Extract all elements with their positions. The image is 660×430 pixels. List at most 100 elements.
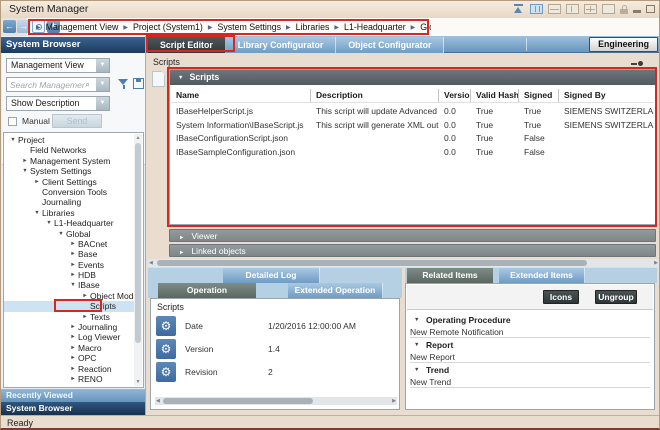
- description-mode-dropdown[interactable]: Show Description ▼: [6, 96, 110, 111]
- breadcrumb-item[interactable]: L1-Headquarter: [344, 22, 406, 32]
- chevron-right-icon[interactable]: ►: [68, 353, 78, 363]
- tree-item-texts[interactable]: ►Texts: [4, 312, 136, 322]
- dock-layout-icon[interactable]: [513, 4, 525, 14]
- search-input[interactable]: [7, 78, 85, 91]
- chevron-right-icon[interactable]: ►: [20, 156, 30, 166]
- chevron-right-icon[interactable]: ►: [68, 332, 78, 342]
- related-item-link[interactable]: New Trend: [410, 376, 650, 388]
- chevron-down-icon[interactable]: ▼: [96, 59, 109, 72]
- tab-operation[interactable]: Operation: [158, 283, 256, 298]
- chevron-down-icon[interactable]: ▼: [20, 166, 30, 176]
- tree-scrollbar[interactable]: ▲ ▼: [134, 134, 142, 386]
- engineering-button[interactable]: Engineering: [589, 37, 658, 52]
- breadcrumb-item[interactable]: Libraries: [296, 22, 330, 32]
- scroll-right-icon[interactable]: ▶: [392, 397, 396, 405]
- breadcrumb-item[interactable]: Project (System1): [133, 22, 203, 32]
- send-button[interactable]: Send: [52, 114, 102, 128]
- layout-hsplit-icon[interactable]: [548, 4, 561, 14]
- save-icon[interactable]: [133, 78, 144, 89]
- tree-item-journaling[interactable]: ►Journaling: [4, 322, 136, 332]
- operation-horizontal-scrollbar[interactable]: ◀ ▶: [155, 397, 397, 405]
- tree-item-client-settings[interactable]: ►Client Settings: [4, 177, 136, 187]
- tree-item-object-model[interactable]: ►Object Model: [4, 291, 136, 301]
- tree-item-global[interactable]: ▼Global: [4, 229, 136, 239]
- tree-item-l1-headquarter[interactable]: ▼L1-Headquarter: [4, 218, 136, 228]
- layout-columns-icon[interactable]: [530, 4, 543, 14]
- chevron-down-icon[interactable]: ▼: [8, 135, 18, 145]
- table-row[interactable]: System Information\IBaseScript.jsThis sc…: [171, 119, 654, 133]
- tab-extended-operation[interactable]: Extended Operation: [288, 283, 383, 298]
- recently-viewed-bar[interactable]: Recently Viewed: [1, 389, 145, 402]
- chevron-right-icon[interactable]: ►: [68, 322, 78, 332]
- scroll-up-icon[interactable]: ▲: [134, 135, 142, 141]
- chevron-down-icon[interactable]: ▼: [32, 208, 42, 218]
- tree-item-macro[interactable]: ►Macro: [4, 343, 136, 353]
- related-item-link[interactable]: New Remote Notification: [410, 326, 650, 338]
- tree-item-scripts[interactable]: Scripts: [4, 301, 136, 311]
- section-header-operating-procedure[interactable]: ▼Operating Procedure: [410, 314, 650, 326]
- related-item-link[interactable]: New Report: [410, 351, 650, 363]
- table-row[interactable]: IBaseHelperScript.jsThis script will upd…: [171, 105, 654, 119]
- tree-item-conversion-tools[interactable]: Conversion Tools: [4, 187, 136, 197]
- scroll-left-icon[interactable]: ◀: [149, 259, 153, 267]
- tab-related-items[interactable]: Related Items: [407, 268, 493, 283]
- scripts-panel-header[interactable]: ▼Scripts: [170, 70, 655, 85]
- table-row[interactable]: IBaseSampleConfiguration.json0.0TrueFals…: [171, 146, 654, 160]
- tab-library-configurator[interactable]: Library Configurator: [226, 37, 337, 53]
- scroll-down-icon[interactable]: ▼: [134, 379, 142, 385]
- column-header-signed[interactable]: Signed: [519, 89, 559, 102]
- view-selector-dropdown[interactable]: Management View ▼: [6, 58, 110, 73]
- layout-single-icon[interactable]: [602, 4, 615, 14]
- forward-button[interactable]: →: [17, 20, 30, 33]
- ungroup-button[interactable]: Ungroup: [595, 290, 637, 304]
- layout-vsplit-icon[interactable]: [566, 4, 579, 14]
- column-header-description[interactable]: Description: [311, 89, 439, 102]
- filter-icon[interactable]: [118, 79, 129, 90]
- section-header-trend[interactable]: ▼Trend: [410, 364, 650, 376]
- section-header-report[interactable]: ▼Report: [410, 339, 650, 351]
- chevron-right-icon[interactable]: ►: [80, 312, 90, 322]
- pin-icon[interactable]: [631, 61, 643, 66]
- tree-item-system-settings[interactable]: ▼System Settings: [4, 166, 136, 176]
- scroll-right-icon[interactable]: ▶: [654, 259, 658, 267]
- tree-item-reaction[interactable]: ►Reaction: [4, 364, 136, 374]
- breadcrumb-item[interactable]: Global: [420, 22, 431, 32]
- back-button[interactable]: ←: [3, 20, 16, 33]
- chevron-down-icon[interactable]: ▼: [56, 229, 66, 239]
- tree-item-management-system[interactable]: ►Management System: [4, 156, 136, 166]
- tree-item-ibase[interactable]: ▼IBase: [4, 280, 136, 290]
- tab-object-configurator[interactable]: Object Configurator: [336, 37, 444, 53]
- search-dropdown-icon[interactable]: ▼: [96, 78, 109, 91]
- column-header-version[interactable]: Version: [439, 89, 471, 102]
- chevron-right-icon[interactable]: ►: [68, 364, 78, 374]
- chevron-down-icon[interactable]: ▼: [96, 97, 109, 110]
- system-browser-bar[interactable]: System Browser: [1, 402, 145, 415]
- icons-button[interactable]: Icons: [543, 290, 579, 304]
- tree-item-libraries[interactable]: ▼Libraries: [4, 208, 136, 218]
- tree-item-base[interactable]: ►Base: [4, 249, 136, 259]
- chevron-right-icon[interactable]: ►: [68, 270, 78, 280]
- breadcrumb-item[interactable]: System Settings: [217, 22, 281, 32]
- maximize-icon[interactable]: [646, 5, 655, 13]
- tree-item-opc[interactable]: ►OPC: [4, 353, 136, 363]
- manual-checkbox[interactable]: [8, 117, 17, 126]
- tree-item-project[interactable]: ▼Project: [4, 135, 136, 145]
- tree-item-bacnet[interactable]: ►BACnet: [4, 239, 136, 249]
- column-header-signed-by[interactable]: Signed By: [559, 89, 654, 102]
- layout-quad-icon[interactable]: [584, 4, 597, 14]
- chevron-right-icon[interactable]: ►: [32, 177, 42, 187]
- tree-item-journaling[interactable]: Journaling: [4, 197, 136, 207]
- chevron-right-icon[interactable]: ►: [68, 249, 78, 259]
- tab-extended-items[interactable]: Extended Items: [499, 268, 585, 283]
- column-header-name[interactable]: Name: [171, 89, 311, 102]
- chevron-right-icon[interactable]: ►: [68, 260, 78, 270]
- main-horizontal-scrollbar[interactable]: ◀ ▶: [148, 259, 659, 267]
- linked-objects-collapsed-panel[interactable]: ►Linked objects: [169, 244, 656, 257]
- chevron-down-icon[interactable]: ▼: [68, 280, 78, 290]
- chevron-right-icon[interactable]: ►: [68, 374, 78, 384]
- table-row[interactable]: IBaseConfigurationScript.json0.0TrueFals…: [171, 132, 654, 146]
- tab-detailed-log[interactable]: Detailed Log: [223, 268, 320, 283]
- breadcrumb-item[interactable]: Management View: [46, 22, 119, 32]
- viewer-collapsed-panel[interactable]: ►Viewer: [169, 229, 656, 242]
- column-header-valid-hash[interactable]: Valid Hash: [471, 89, 519, 102]
